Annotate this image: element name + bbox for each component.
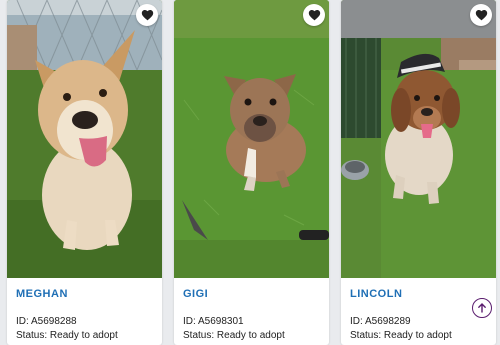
pet-card[interactable]: GIGI ID: A5698301 Status: Ready to adopt <box>174 0 329 345</box>
dog-photo-lincoln <box>341 0 496 278</box>
pet-id: ID: A5698301 <box>183 316 244 327</box>
heart-icon <box>475 10 487 21</box>
favorite-button[interactable] <box>303 4 325 26</box>
pet-status: Status: Ready to adopt <box>16 330 118 341</box>
pet-name-link[interactable]: MEGHAN <box>16 288 68 300</box>
pet-photo[interactable] <box>341 0 496 278</box>
favorite-button[interactable] <box>136 4 158 26</box>
back-to-top-button[interactable] <box>472 298 492 318</box>
arrow-up-icon <box>478 303 486 313</box>
pet-photo[interactable] <box>7 0 162 278</box>
heart-icon <box>141 10 153 21</box>
pet-photo[interactable] <box>174 0 329 278</box>
pet-status: Status: Ready to adopt <box>183 330 285 341</box>
pet-card[interactable]: LINCOLN ID: A5698289 Status: Ready to ad… <box>341 0 496 345</box>
favorite-button[interactable] <box>470 4 492 26</box>
dog-photo-gigi <box>174 0 329 278</box>
pet-card[interactable]: MEGHAN ID: A5698288 Status: Ready to ado… <box>7 0 162 345</box>
pet-id: ID: A5698289 <box>350 316 411 327</box>
pet-status: Status: Ready to adopt <box>350 330 452 341</box>
heart-icon <box>308 10 320 21</box>
pet-name-link[interactable]: LINCOLN <box>350 288 402 300</box>
pet-name-link[interactable]: GIGI <box>183 288 208 300</box>
dog-photo-meghan <box>7 0 162 278</box>
pet-id: ID: A5698288 <box>16 316 77 327</box>
